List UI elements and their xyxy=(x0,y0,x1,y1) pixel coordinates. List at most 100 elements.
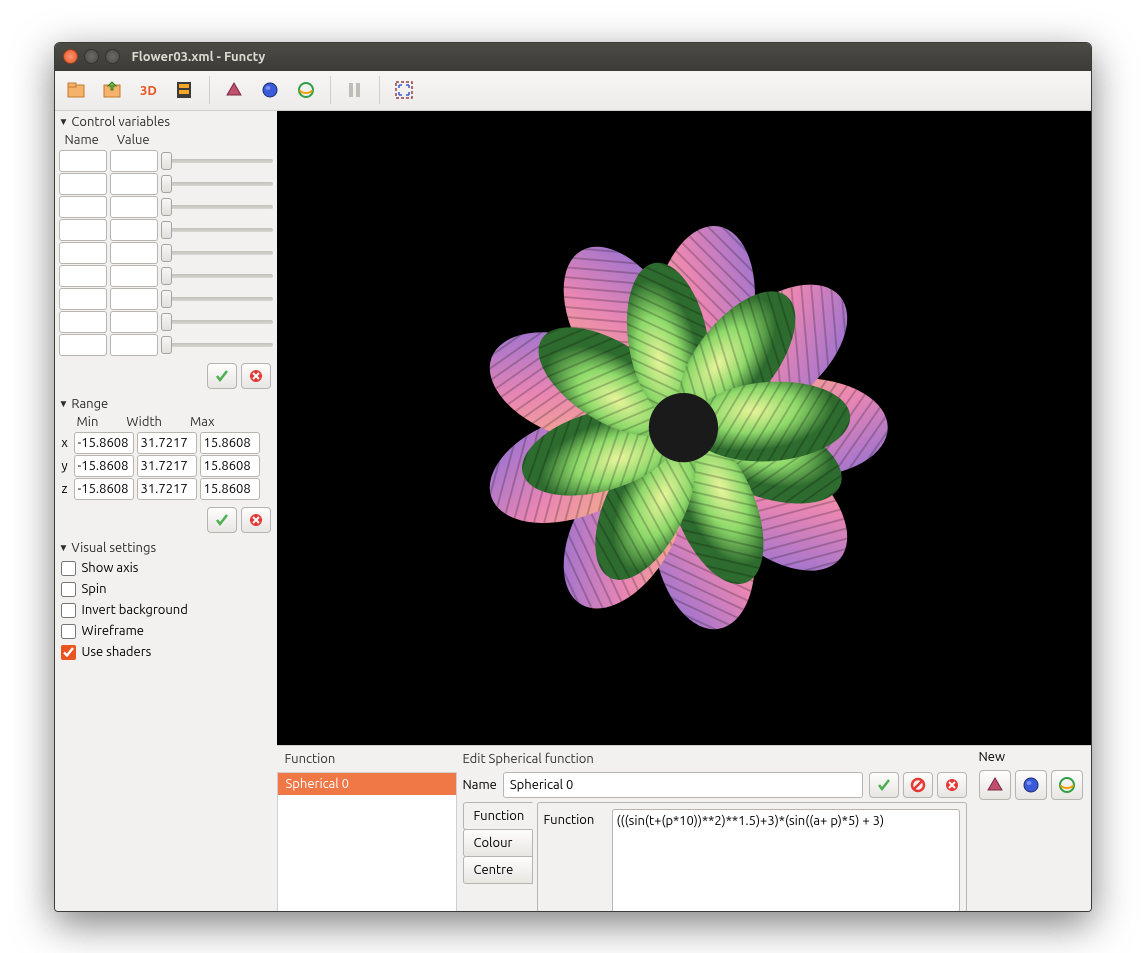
cartesian-button[interactable] xyxy=(218,74,250,106)
range-header[interactable]: ▼ Range xyxy=(59,395,273,413)
svg-text:3D: 3D xyxy=(140,84,157,98)
editor-apply-button[interactable] xyxy=(869,772,899,798)
cv-name-input[interactable] xyxy=(59,334,107,356)
new-parametric-button[interactable] xyxy=(1051,770,1083,800)
visual-settings-header[interactable]: ▼ Visual settings xyxy=(59,539,273,557)
function-textarea[interactable] xyxy=(612,809,960,910)
range-min-input[interactable] xyxy=(74,432,134,454)
cv-apply-button[interactable] xyxy=(207,363,237,389)
cv-value-input[interactable] xyxy=(110,150,158,172)
3d-viewport[interactable] xyxy=(277,111,1091,746)
range-width-input[interactable] xyxy=(137,432,197,454)
cv-slider[interactable] xyxy=(161,152,273,170)
toolbar-separator xyxy=(330,76,331,104)
save-button[interactable] xyxy=(97,74,129,106)
range-min-input[interactable] xyxy=(74,455,134,477)
cv-value-input[interactable] xyxy=(110,173,158,195)
cv-name-input[interactable] xyxy=(59,219,107,241)
range-apply-button[interactable] xyxy=(207,507,237,533)
invert-bg-label: Invert background xyxy=(82,603,188,617)
cv-slider[interactable] xyxy=(161,175,273,193)
pause-button[interactable] xyxy=(339,74,371,106)
range-row: y xyxy=(59,455,273,477)
control-variables-header[interactable]: ▼ Control variables xyxy=(59,113,273,131)
cv-slider[interactable] xyxy=(161,313,273,331)
cv-name-input[interactable] xyxy=(59,150,107,172)
range-column-headers: Min Width Max xyxy=(59,415,273,429)
cv-slider[interactable] xyxy=(161,267,273,285)
cv-name-input[interactable] xyxy=(59,196,107,218)
function-list[interactable]: Spherical 0 xyxy=(277,772,457,910)
toolbar-separator xyxy=(379,76,380,104)
cv-value-input[interactable] xyxy=(110,311,158,333)
cv-row xyxy=(59,288,273,310)
range-row: z xyxy=(59,478,273,500)
range-max-input[interactable] xyxy=(200,432,260,454)
export3d-button[interactable]: 3D xyxy=(133,74,165,106)
cv-name-input[interactable] xyxy=(59,173,107,195)
cv-value-header: Value xyxy=(117,133,150,147)
range-axis-label: z xyxy=(59,482,71,496)
cv-value-input[interactable] xyxy=(110,334,158,356)
cv-value-input[interactable] xyxy=(110,242,158,264)
cv-name-input[interactable] xyxy=(59,265,107,287)
range-row: x xyxy=(59,432,273,454)
cv-name-input[interactable] xyxy=(59,242,107,264)
cv-value-input[interactable] xyxy=(110,196,158,218)
spin-checkbox[interactable]: Spin xyxy=(59,580,273,599)
render-preview xyxy=(366,180,1001,675)
cv-value-input[interactable] xyxy=(110,288,158,310)
function-list-item[interactable]: Spherical 0 xyxy=(278,773,456,795)
window-maximize-icon[interactable] xyxy=(105,49,120,64)
window-close-icon[interactable] xyxy=(63,49,78,64)
parametric-button[interactable] xyxy=(290,74,322,106)
cv-slider[interactable] xyxy=(161,336,273,354)
cv-row xyxy=(59,173,273,195)
cv-cancel-button[interactable] xyxy=(241,363,271,389)
show-axis-checkbox[interactable]: Show axis xyxy=(59,559,273,578)
range-width-input[interactable] xyxy=(137,478,197,500)
range-width-input[interactable] xyxy=(137,455,197,477)
cv-row xyxy=(59,334,273,356)
range-axis-label: y xyxy=(59,459,71,473)
new-panel: New xyxy=(973,746,1091,910)
range-min-input[interactable] xyxy=(74,478,134,500)
new-sphere-button[interactable] xyxy=(1015,770,1047,800)
window-title: Flower03.xml - Functy xyxy=(132,50,266,64)
open-button[interactable] xyxy=(61,74,93,106)
window-minimize-icon[interactable] xyxy=(84,49,99,64)
tab-function[interactable]: Function xyxy=(463,802,533,830)
range-max-input[interactable] xyxy=(200,455,260,477)
new-cartesian-button[interactable] xyxy=(979,770,1011,800)
app-window: Flower03.xml - Functy 3D ▼ Control varia… xyxy=(54,42,1092,912)
cv-slider[interactable] xyxy=(161,290,273,308)
name-input[interactable] xyxy=(503,772,863,798)
tab-centre[interactable]: Centre xyxy=(463,856,533,884)
range-cancel-button[interactable] xyxy=(241,507,271,533)
cv-value-input[interactable] xyxy=(110,265,158,287)
cv-slider[interactable] xyxy=(161,221,273,239)
use-shaders-checkbox[interactable]: Use shaders xyxy=(59,643,273,662)
cv-slider[interactable] xyxy=(161,198,273,216)
side-panel: ▼ Control variables Name Value ▼ Range M… xyxy=(55,111,277,911)
invert-bg-checkbox[interactable]: Invert background xyxy=(59,601,273,620)
tab-colour[interactable]: Colour xyxy=(463,829,533,857)
bottom-pane: Function Spherical 0 Edit Spherical func… xyxy=(277,745,1091,910)
range-max-input[interactable] xyxy=(200,478,260,500)
cv-row xyxy=(59,265,273,287)
export-film-button[interactable] xyxy=(169,74,201,106)
sphere-button[interactable] xyxy=(254,74,286,106)
cv-row xyxy=(59,219,273,241)
editor-delete-button[interactable] xyxy=(937,772,967,798)
main-toolbar: 3D xyxy=(55,71,1091,111)
editor-reset-button[interactable] xyxy=(903,772,933,798)
range-axis-label: x xyxy=(59,436,71,450)
function-list-column: Function Spherical 0 xyxy=(277,746,457,910)
wireframe-checkbox[interactable]: Wireframe xyxy=(59,622,273,641)
cv-name-input[interactable] xyxy=(59,288,107,310)
cv-column-headers: Name Value xyxy=(59,133,273,147)
fullscreen-button[interactable] xyxy=(388,74,420,106)
cv-slider[interactable] xyxy=(161,244,273,262)
cv-name-input[interactable] xyxy=(59,311,107,333)
cv-value-input[interactable] xyxy=(110,219,158,241)
